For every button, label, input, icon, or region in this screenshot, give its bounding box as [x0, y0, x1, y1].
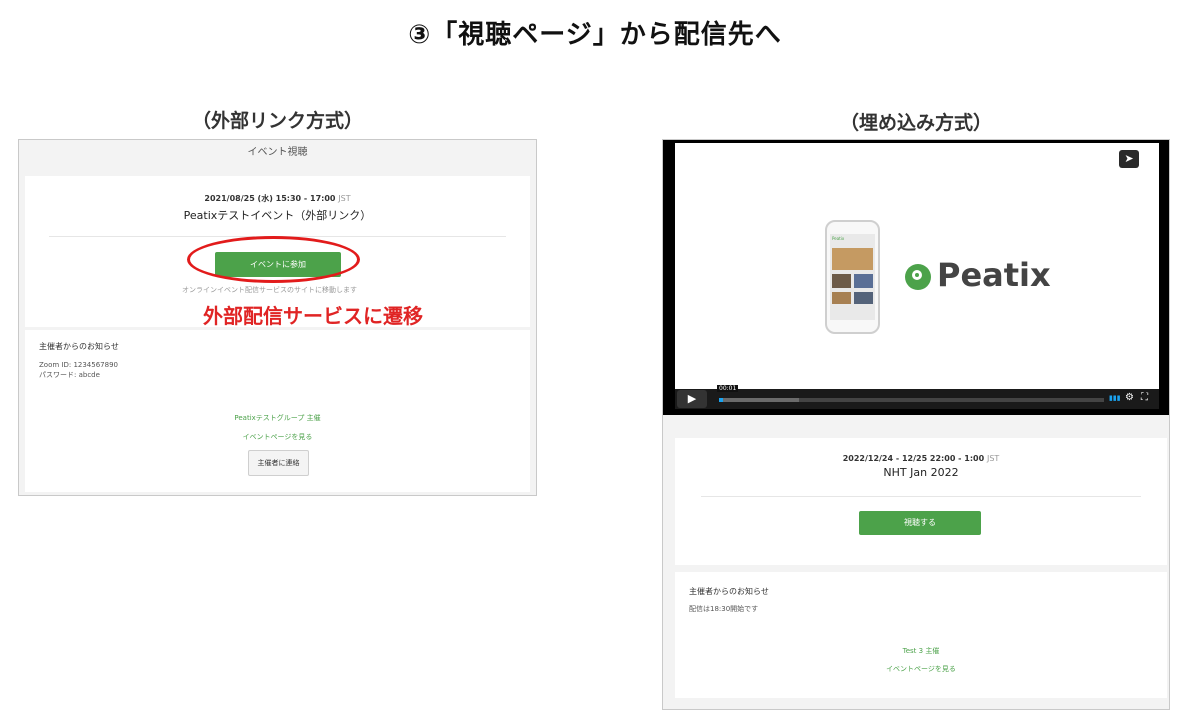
watch-button[interactable]: 視聴する — [859, 511, 981, 535]
notice-text: 配信は18:30開始です — [689, 605, 759, 613]
phone-image — [832, 292, 851, 304]
event-page-link[interactable]: イベントページを見る — [25, 432, 530, 442]
annotation-text: 外部配信サービスに遷移 — [203, 304, 423, 328]
phone-header: Peatix — [832, 236, 845, 241]
share-icon[interactable]: ➤ — [1119, 150, 1139, 168]
panel-header: イベント視聴 — [247, 147, 308, 158]
buffer-bar — [719, 398, 799, 402]
notice-heading: 主催者からのお知らせ — [689, 587, 769, 596]
contact-organizer-button[interactable]: 主催者に連絡 — [248, 450, 309, 476]
volume-icon[interactable]: ▮▮▮ — [1109, 394, 1123, 404]
notice-card: 主催者からのお知らせ 配信は18:30開始です Test 3 主催 イベントペー… — [675, 572, 1167, 698]
notice-card: 主催者からのお知らせ Zoom ID: 1234567890 パスワード: ab… — [25, 330, 530, 492]
progress-fill — [719, 398, 723, 402]
timezone: JST — [986, 454, 1000, 463]
player-controls: ▶ 00:01 ▮▮▮ ⚙ ⛶ — [675, 385, 1159, 409]
timezone: JST — [338, 194, 351, 203]
organizer-link[interactable]: Peatixテストグループ 主催 — [25, 413, 530, 423]
video-player[interactable]: ➤ Peatix Peatix ▶ 00:01 ▮▮▮ ⚙ ⛶ — [663, 140, 1169, 415]
play-icon[interactable]: ▶ — [677, 390, 707, 408]
phone-image — [854, 274, 873, 288]
fullscreen-icon[interactable]: ⛶ — [1141, 392, 1148, 403]
event-date-text: 2021/08/25 (水) 15:30 - 17:00 — [204, 194, 336, 203]
peatix-logo-icon — [905, 264, 931, 290]
event-date: 2021/08/25 (水) 15:30 - 17:00 JST — [25, 193, 530, 204]
embedded-panel: ➤ Peatix Peatix ▶ 00:01 ▮▮▮ ⚙ ⛶ 2022/12/… — [662, 139, 1170, 710]
organizer-link[interactable]: Test 3 主催 — [675, 646, 1167, 656]
event-date-text: 2022/12/24 - 12/25 22:00 - 1:00 — [842, 454, 985, 463]
event-page-link[interactable]: イベントページを見る — [675, 664, 1167, 674]
time-label: 00:01 — [717, 385, 739, 392]
left-subtitle: （外部リンク方式） — [191, 110, 363, 132]
event-name: Peatixテストイベント（外部リンク） — [183, 209, 372, 222]
event-name: NHT Jan 2022 — [883, 466, 959, 479]
phone-mockup: Peatix — [825, 220, 880, 334]
video-frame: ➤ Peatix Peatix — [675, 143, 1159, 390]
phone-image — [854, 292, 873, 304]
logo-text: Peatix — [937, 256, 1051, 294]
right-subtitle: （埋め込み方式） — [839, 112, 992, 134]
gear-icon[interactable]: ⚙ — [1125, 392, 1134, 403]
phone-screen: Peatix — [830, 234, 875, 320]
event-date: 2022/12/24 - 12/25 22:00 - 1:00 JST — [675, 454, 1167, 463]
event-card: 2022/12/24 - 12/25 22:00 - 1:00 JST NHT … — [675, 438, 1167, 565]
phone-image — [832, 248, 873, 270]
notice-line: パスワード: abcde — [39, 371, 100, 379]
divider — [701, 496, 1141, 497]
phone-image — [832, 274, 851, 288]
notice-line: Zoom ID: 1234567890 — [39, 361, 118, 369]
notice-heading: 主催者からのお知らせ — [39, 342, 119, 351]
helper-text: オンラインイベント配信サービスのサイトに移動します — [182, 286, 357, 294]
highlight-ellipse — [187, 236, 360, 283]
page-title: ③「視聴ページ」から配信先へ — [408, 20, 782, 50]
progress-bar[interactable] — [719, 398, 1104, 402]
